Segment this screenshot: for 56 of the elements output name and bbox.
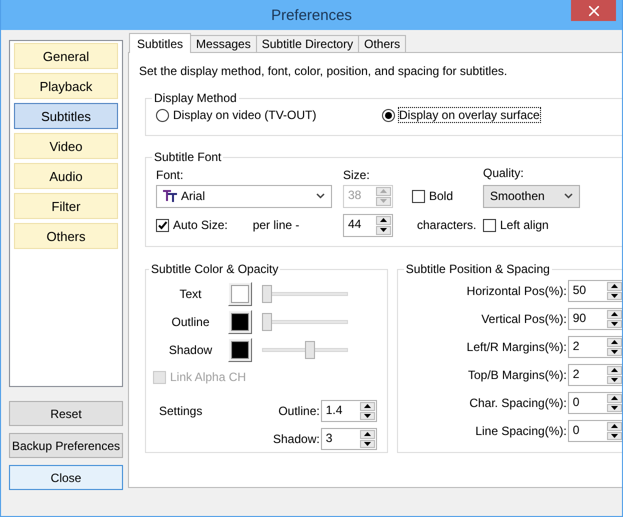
field-label: Shadow: — [273, 432, 320, 446]
dialog-button[interactable]: Backup Preferences — [9, 433, 123, 458]
category-item[interactable]: General — [14, 43, 118, 69]
font-dropdown[interactable]: Arial — [156, 184, 332, 208]
category-item[interactable]: Others — [14, 223, 118, 249]
field-label: Outline: — [278, 404, 320, 418]
category-item[interactable]: Filter — [14, 193, 118, 219]
tab[interactable]: Subtitle Directory — [256, 35, 360, 52]
number-spinner[interactable]: 0 — [568, 420, 622, 442]
description-text: Set the display method, font, color, position, and spacing for subtitles. — [139, 64, 508, 78]
number-spinner[interactable]: 50 — [568, 280, 622, 302]
field-label: Vertical Pos(%): — [481, 312, 567, 326]
font-label: Font: — [156, 168, 184, 182]
number-spinner[interactable]: 0 — [568, 392, 622, 414]
field-label: Char. Spacing(%): — [469, 396, 567, 410]
font-value: Arial — [181, 189, 206, 203]
group-title: Subtitle Color & Opacity — [150, 262, 280, 276]
checkbox-label: Auto Size: — [173, 218, 228, 232]
category-item[interactable]: Playback — [14, 73, 118, 99]
tab[interactable]: Messages — [190, 35, 257, 52]
category-item[interactable]: Audio — [14, 163, 118, 189]
tab[interactable]: Subtitles — [129, 33, 192, 53]
group-title: Subtitle Font — [153, 150, 222, 164]
per-line-label: per line - — [252, 218, 300, 232]
category-item[interactable]: Subtitles — [14, 103, 118, 129]
quality-value: Smoothen — [490, 189, 546, 203]
color-label: Text — [178, 287, 202, 301]
field-label: Line Spacing(%): — [475, 424, 567, 438]
checkbox-label: Link Alpha CH — [170, 370, 246, 384]
quality-dropdown[interactable]: Smoothen — [483, 184, 580, 208]
group-title: Subtitle Position & Spacing — [404, 262, 551, 276]
checkbox-label: Left align — [500, 218, 549, 232]
color-label: Outline — [170, 315, 211, 329]
window-title: Preferences — [271, 6, 352, 24]
tab[interactable]: Others — [358, 35, 406, 52]
field-label: Top/B Margins(%): — [468, 368, 567, 382]
number-spinner[interactable]: 2 — [568, 364, 622, 386]
group-title: Display Method — [153, 91, 238, 105]
characters-label: characters. — [416, 218, 478, 232]
dialog-button[interactable]: Close — [9, 465, 123, 490]
number-spinner[interactable]: 90 — [568, 308, 622, 330]
field-label: Horizontal Pos(%): — [466, 284, 567, 298]
category-item[interactable]: Video — [14, 133, 118, 159]
checkbox-label: Bold — [429, 189, 454, 203]
quality-label: Quality: — [483, 166, 525, 180]
settings-label: Settings — [158, 403, 204, 420]
number-spinner[interactable]: 2 — [568, 336, 622, 358]
number-spinner[interactable]: 1.4 — [320, 400, 377, 422]
radio-label: Display on overlay surface — [399, 108, 540, 122]
field-label: Left/R Margins(%): — [466, 340, 567, 354]
color-label: Shadow — [168, 343, 214, 357]
size-label: Size: — [343, 168, 371, 182]
radio-label: Display on video (TV-OUT) — [173, 108, 316, 122]
per-line-spinner[interactable]: 44 — [343, 214, 393, 236]
number-spinner[interactable]: 3 — [320, 428, 377, 450]
dialog-button[interactable]: Reset — [9, 401, 123, 426]
